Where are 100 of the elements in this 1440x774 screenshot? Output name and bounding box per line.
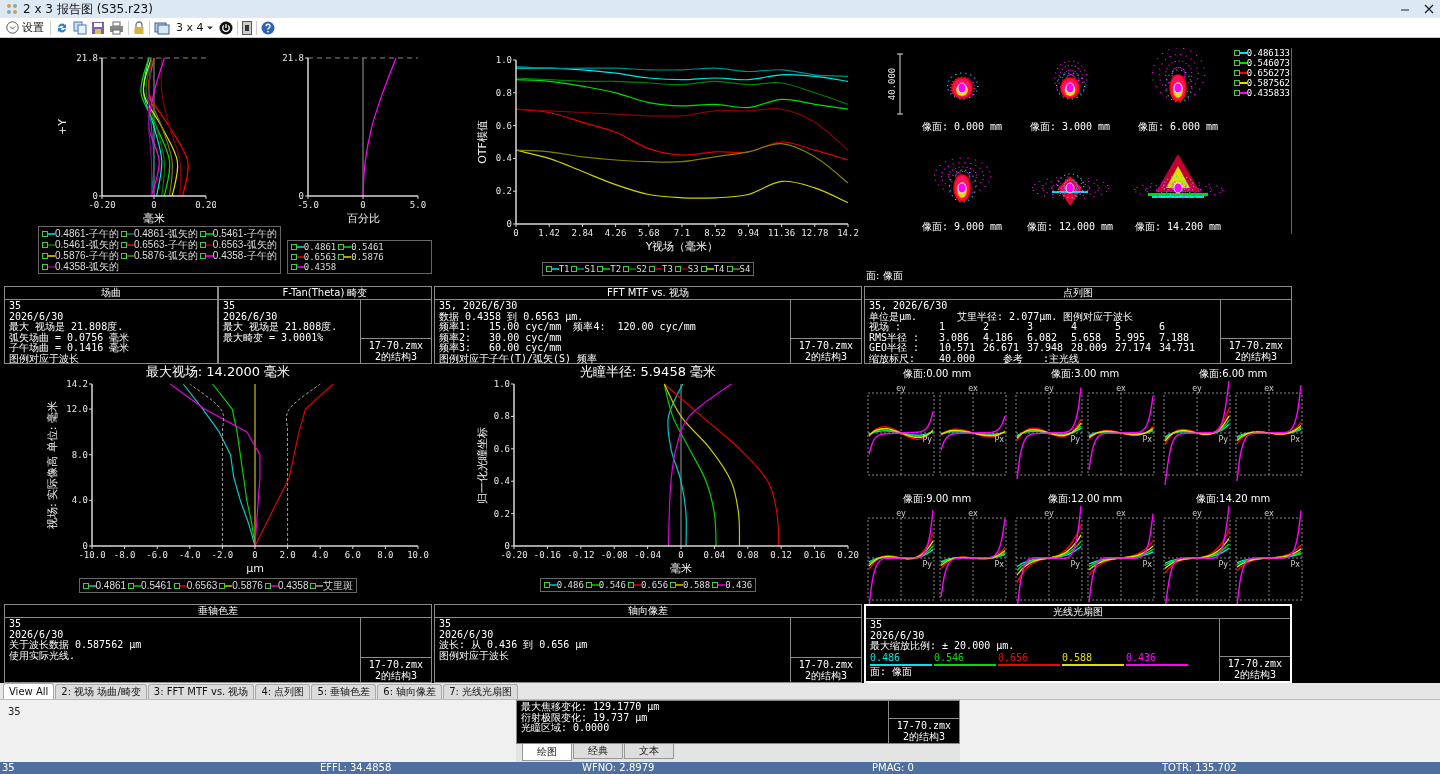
axis-label: Px bbox=[1142, 560, 1152, 569]
legend-label: 0.5876 bbox=[351, 252, 384, 262]
axis-label: ey bbox=[1044, 509, 1054, 518]
x-tick-label: -0.04 bbox=[634, 550, 662, 560]
print-icon[interactable] bbox=[109, 20, 124, 35]
y-tick-label: 0.6 bbox=[495, 120, 512, 131]
info-line: 衍射极限变化: 19.737 µm bbox=[521, 712, 648, 723]
info-line: 2026/6/30 bbox=[870, 630, 926, 641]
x-tick-label: 2.84 bbox=[571, 228, 594, 238]
axis-label: ex bbox=[1264, 509, 1274, 518]
caret-icon bbox=[206, 24, 213, 31]
table-cell-text: 27.174 bbox=[1115, 343, 1153, 354]
view-mode-tab[interactable]: 文本 bbox=[624, 744, 674, 759]
fan-title: 像面:0.00 mm bbox=[902, 368, 972, 379]
panel-title: 轴向像差 bbox=[435, 605, 861, 618]
y-tick-label: 0.2 bbox=[493, 508, 510, 519]
legend-label: 0.588 bbox=[683, 580, 711, 590]
app-icon bbox=[6, 3, 18, 15]
table-cell-text: 6.082 bbox=[1027, 332, 1059, 343]
legend-label: 艾里斑 bbox=[323, 580, 354, 591]
legend-label: 0.5461-子午的 bbox=[212, 228, 277, 239]
panel-icon[interactable] bbox=[241, 20, 252, 35]
legend-label: 0.546 bbox=[934, 652, 996, 666]
y-tick-label: 0 bbox=[506, 219, 512, 229]
config-label: 2的结构3 bbox=[803, 670, 848, 681]
y-tick-label: 1.0 bbox=[493, 380, 510, 389]
x-tick-label: 0 bbox=[513, 228, 519, 238]
view-tab[interactable]: 3: FFT MTF vs. 视场 bbox=[147, 684, 255, 699]
file-name: 17-70.zmx bbox=[368, 340, 423, 351]
save-icon[interactable] bbox=[91, 20, 105, 35]
info-line: 2026/6/30 bbox=[9, 311, 65, 322]
x-tick-label: 11.36 bbox=[768, 228, 796, 238]
table-cell-text: 5.658 bbox=[1071, 332, 1103, 343]
info-line: 最大焦移变化: 129.1770 µm bbox=[521, 702, 661, 713]
window-icon[interactable] bbox=[154, 20, 170, 35]
scale-label: 40.000 bbox=[887, 67, 897, 101]
chart-title: 最大视场: 14.2000 毫米 bbox=[145, 364, 291, 380]
axis-label: Py bbox=[922, 435, 932, 444]
legend-label: 0.4861-弧矢的 bbox=[133, 228, 198, 239]
view-mode-tab[interactable]: 经典 bbox=[573, 744, 623, 759]
file-name: 17-70.zmx bbox=[798, 340, 853, 351]
info-line: 35 bbox=[439, 619, 453, 630]
table-cell-text: 参考 bbox=[1003, 353, 1024, 364]
table-cell-text: 4.186 bbox=[983, 332, 1015, 343]
view-mode-tab[interactable]: 绘图 bbox=[522, 744, 572, 761]
panel-title: F-Tan(Theta) 畸变 bbox=[219, 287, 431, 300]
lock-icon[interactable] bbox=[133, 20, 145, 35]
spot-label: 像面: 0.000 mm bbox=[921, 120, 1003, 134]
file-name: 17-70.zmx bbox=[1227, 658, 1282, 669]
power-icon[interactable] bbox=[218, 20, 233, 35]
legend-label: 0.5461 bbox=[351, 242, 384, 252]
file-name: 17-70.zmx bbox=[1228, 340, 1283, 351]
view-tab[interactable]: 2: 视场 场曲/畸变 bbox=[55, 684, 147, 699]
x-tick-label: 1.42 bbox=[538, 228, 561, 238]
fan-title: 像面:9.00 mm bbox=[902, 493, 972, 504]
x-tick-label: 0.16 bbox=[803, 550, 826, 560]
view-tab[interactable]: 6: 轴向像差 bbox=[377, 684, 443, 699]
copy-icon[interactable] bbox=[73, 20, 87, 35]
view-tab[interactable]: 5: 垂轴色差 bbox=[311, 684, 377, 699]
spot-label: 像面: 3.000 mm bbox=[1029, 120, 1111, 134]
help-icon[interactable] bbox=[260, 20, 275, 35]
axis-label: Py bbox=[1070, 560, 1080, 569]
x-tick-label: 0.12 bbox=[770, 550, 793, 560]
legend-label: 0.5876-子午的 bbox=[55, 250, 119, 261]
info-line: 单位是µm. bbox=[869, 311, 918, 322]
table-cell-text: 28.009 bbox=[1071, 343, 1109, 354]
legend-label: 0.4358-子午的 bbox=[212, 250, 277, 261]
legend-label: 0.4861 bbox=[95, 580, 127, 591]
view-tab[interactable]: View All bbox=[3, 683, 55, 699]
legend-label: 0.4358 bbox=[277, 580, 309, 591]
table-cell-text: 2 bbox=[983, 322, 991, 333]
spot-label: 像面: 6.000 mm bbox=[1137, 120, 1219, 134]
x-tick-label: -4.0 bbox=[178, 550, 201, 560]
legend-label: 0.6563 bbox=[303, 252, 337, 262]
info-line: 35, 2026/6/30 bbox=[439, 301, 519, 312]
view-tab[interactable]: 4: 点列图 bbox=[255, 684, 311, 699]
x-axis-label: 百分比 bbox=[346, 212, 380, 225]
surface-label: 面: 像面 bbox=[870, 667, 914, 678]
view-tab[interactable]: 7: 光线光扇图 bbox=[443, 684, 519, 699]
info-line: 子午场曲 = 0.1416 毫米 bbox=[9, 343, 131, 354]
x-tick-label: 0.08 bbox=[736, 550, 759, 560]
y-axis-label: 视场: 实际像高 单位: 毫米 bbox=[46, 401, 59, 529]
close-icon[interactable] bbox=[1424, 4, 1434, 14]
y-tick-label: 0.2 bbox=[495, 186, 512, 197]
x-tick-label: 0.20 bbox=[195, 200, 216, 210]
x-tick-label: 12.78 bbox=[801, 228, 829, 238]
y-tick-label: 0 bbox=[82, 541, 88, 551]
x-tick-label: 7.1 bbox=[673, 228, 691, 238]
legend-label: 0.6563 bbox=[186, 580, 218, 591]
panel-title: FFT MTF vs. 视场 bbox=[435, 287, 861, 300]
surface-label: 面: 像面 bbox=[865, 269, 904, 283]
x-tick-label: 9.94 bbox=[737, 228, 760, 238]
table-cell-text: 6 bbox=[1159, 322, 1167, 333]
table-cell-text: :主光线 bbox=[1043, 353, 1081, 364]
y-tick-label: 0.8 bbox=[493, 411, 510, 422]
status-item: EFFL: 34.4858 bbox=[320, 762, 393, 774]
x-tick-label: 8.0 bbox=[377, 550, 394, 560]
layout-dropdown[interactable]: 3 x 4 bbox=[174, 18, 215, 37]
settings-button[interactable]: 设置 bbox=[4, 18, 46, 37]
fan-title: 像面:14.20 mm bbox=[1195, 493, 1271, 504]
